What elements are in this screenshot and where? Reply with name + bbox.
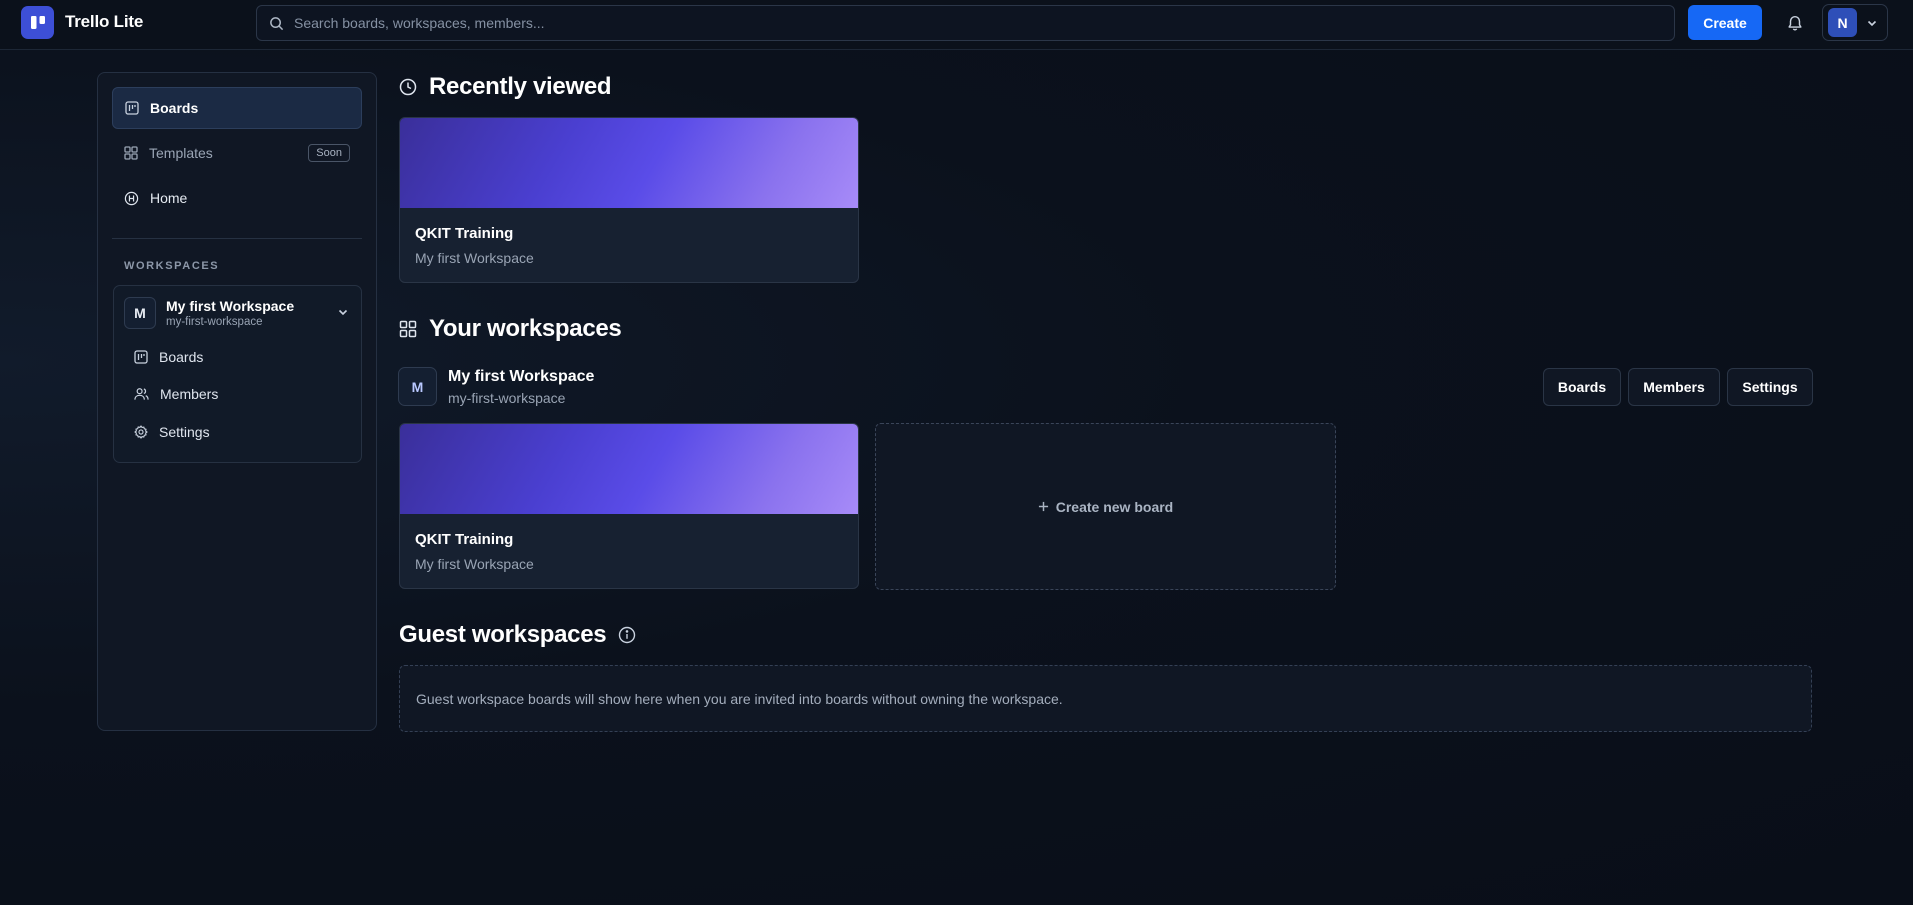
create-new-board-label: Create new board: [1055, 498, 1174, 515]
search-bar[interactable]: [256, 5, 1675, 41]
sidebar-item-templates[interactable]: Templates Soon: [112, 132, 362, 174]
board-card-recent[interactable]: QKIT Training My first Workspace: [399, 117, 859, 283]
workspaces-heading: WORKSPACES: [124, 260, 220, 272]
sidebar-workspace: M My first Workspace my-first-workspace …: [113, 285, 362, 463]
board-workspace: My first Workspace: [415, 250, 534, 266]
chevron-down-icon: [1866, 17, 1878, 29]
board-name: QKIT Training: [415, 531, 514, 548]
guest-workspaces-heading: Guest workspaces: [399, 621, 636, 649]
workspace-avatar: M: [124, 297, 156, 329]
empty-state-text: Guest workspace boards will show here wh…: [416, 690, 1063, 707]
divider: [112, 238, 362, 239]
info-icon[interactable]: [618, 626, 636, 644]
your-workspaces-heading: Your workspaces: [399, 315, 622, 343]
workspace-link-label: Members: [160, 386, 219, 402]
board-icon: [134, 350, 148, 364]
grid-icon: [124, 146, 138, 160]
sidebar: Boards Templates Soon Home WORKSPACES M …: [97, 72, 377, 731]
search-icon: [269, 16, 284, 31]
sidebar-item-label: Boards: [150, 100, 199, 116]
users-icon: [134, 387, 149, 401]
workspace-members-button[interactable]: Members: [1628, 368, 1720, 406]
workspace-settings-button[interactable]: Settings: [1727, 368, 1813, 406]
board-card-workspace[interactable]: QKIT Training My first Workspace: [399, 423, 859, 589]
bell-icon[interactable]: [1784, 12, 1806, 34]
avatar: N: [1828, 8, 1857, 37]
home-icon: [124, 191, 139, 206]
workspace-avatar: M: [398, 367, 437, 406]
account-menu[interactable]: N: [1822, 4, 1888, 41]
sidebar-item-label: Home: [150, 190, 188, 206]
section-title-text: Your workspaces: [429, 315, 622, 342]
app-title[interactable]: Trello Lite: [65, 12, 143, 32]
workspace-slug: my-first-workspace: [448, 390, 566, 406]
sidebar-item-label: Templates: [149, 145, 213, 161]
workspace-link-members[interactable]: Members: [134, 383, 218, 405]
board-icon: [125, 101, 139, 115]
workspace-name[interactable]: My first Workspace: [448, 368, 594, 386]
status-badge: Soon: [308, 144, 350, 162]
guest-workspaces-empty: Guest workspace boards will show here wh…: [399, 665, 1812, 732]
workspace-link-label: Settings: [159, 424, 210, 440]
workspace-link-settings[interactable]: Settings: [134, 421, 210, 443]
logo-icon[interactable]: [21, 6, 54, 39]
board-workspace: My first Workspace: [415, 556, 534, 572]
chevron-down-icon[interactable]: [337, 306, 349, 318]
grid-icon: [399, 320, 417, 338]
workspace-link-boards[interactable]: Boards: [134, 346, 203, 368]
workspace-link-label: Boards: [159, 349, 204, 365]
recently-viewed-heading: Recently viewed: [399, 73, 612, 101]
workspace-boards-button[interactable]: Boards: [1543, 368, 1621, 406]
clock-icon: [399, 78, 417, 96]
section-title-text: Guest workspaces: [399, 621, 607, 648]
gear-icon: [134, 425, 148, 439]
section-title-text: Recently viewed: [429, 73, 612, 100]
create-button[interactable]: Create: [1688, 5, 1762, 40]
board-cover: [400, 118, 858, 208]
plus-icon: [1038, 501, 1049, 512]
create-new-board-button[interactable]: Create new board: [875, 423, 1336, 590]
workspace-slug: my-first-workspace: [166, 316, 263, 328]
top-bar: Trello Lite Create N: [0, 0, 1913, 50]
board-cover: [400, 424, 858, 514]
search-input[interactable]: [294, 15, 1654, 31]
sidebar-item-home[interactable]: Home: [112, 177, 362, 219]
sidebar-item-boards[interactable]: Boards: [112, 87, 362, 129]
workspace-name[interactable]: My first Workspace: [166, 298, 294, 314]
board-name: QKIT Training: [415, 225, 514, 242]
